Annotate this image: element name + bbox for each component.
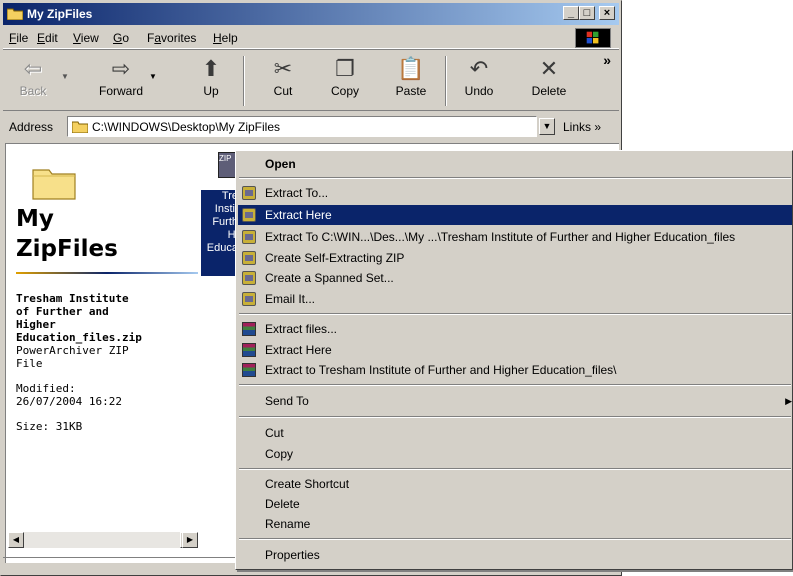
toolbar-more-chevron-icon[interactable]: » [603,52,611,68]
menu-rename[interactable]: Rename [238,514,792,534]
window-title: My ZipFiles [27,7,93,21]
selected-file-label[interactable]: Tre Instit Furth Hi Educa [201,190,239,276]
forward-button[interactable]: ⇨ Forward [93,54,149,108]
modified-value: 26/07/2004 16:22 [16,395,122,408]
file-details: Tresham Institute of Further and Higher … [16,292,196,433]
powerarchiver-icon [242,292,256,306]
menu-separator [239,177,791,179]
up-button[interactable]: ⬆ Up [183,54,239,108]
menu-rar-extract-files[interactable]: Extract files... [238,319,792,339]
menu-extract-here[interactable]: Extract Here [238,205,792,225]
winrar-icon [242,343,256,357]
maximize-button[interactable]: □ [579,6,595,20]
forward-arrow-icon: ⇨ [111,56,131,81]
menu-separator [239,313,791,315]
standard-toolbar: ⇦ Back ▼ ⇨ Forward ▼ ⬆ Up ✂ Cut ❐ Copy 📋… [3,49,619,111]
menu-cut[interactable]: Cut [238,423,792,443]
menu-file[interactable]: File [9,31,28,45]
menu-go[interactable]: Go [113,31,129,45]
title-divider [16,272,198,274]
powerarchiver-icon [242,186,256,200]
web-view-panel: My ZipFiles Tresham Institute of Further… [6,144,198,538]
powerarchiver-icon [242,208,256,222]
horizontal-scrollbar[interactable]: ◀ ▶ [8,532,198,548]
menu-delete[interactable]: Delete [238,494,792,514]
menu-open[interactable]: Open [238,154,792,174]
menu-extract-to[interactable]: Extract To... [238,183,792,203]
copy-icon: ❐ [335,56,355,81]
menu-edit[interactable]: Edit [37,31,58,45]
menu-separator [239,384,791,386]
undo-icon: ↶ [469,56,489,81]
menu-properties[interactable]: Properties [238,545,792,565]
copy-button[interactable]: ❐ Copy [317,54,373,108]
menu-copy[interactable]: Copy [238,444,792,464]
file-type: PowerArchiver ZIP File [16,344,129,370]
menu-view[interactable]: View [73,31,99,45]
delete-button[interactable]: ✕ Delete [521,54,577,108]
title-bar[interactable]: My ZipFiles _ □ × [3,3,619,25]
up-folder-icon: ⬆ [201,56,221,81]
file-name: Tresham Institute of Further and Higher … [16,292,142,344]
menu-separator [239,538,791,540]
links-button[interactable]: Links » [563,120,601,134]
menu-separator [239,416,791,418]
address-input[interactable]: C:\WINDOWS\Desktop\My ZipFiles [67,116,537,137]
minimize-button[interactable]: _ [563,6,579,20]
back-button[interactable]: ⇦ Back [5,54,61,108]
scroll-right-icon[interactable]: ▶ [182,532,198,548]
close-button[interactable]: × [599,6,615,20]
winrar-icon [242,322,256,336]
scroll-left-icon[interactable]: ◀ [8,532,24,548]
paste-icon: 📋 [397,56,425,81]
windows-flag-icon [586,31,599,44]
scissors-icon: ✂ [273,56,293,81]
menu-rar-extract-here[interactable]: Extract Here [238,340,792,360]
folder-icon [72,121,88,133]
undo-button[interactable]: ↶ Undo [451,54,507,108]
menu-help[interactable]: Help [213,31,238,45]
toolbar-separator [243,56,245,106]
address-value: C:\WINDOWS\Desktop\My ZipFiles [92,120,281,134]
back-arrow-icon: ⇦ [23,56,43,81]
menu-rar-extract-to[interactable]: Extract to Tresham Institute of Further … [238,360,792,380]
menu-email-it[interactable]: Email It... [238,289,792,309]
chevron-down-icon: ▼ [542,121,552,131]
context-menu: Open Extract To... Extract Here Extract … [235,150,793,570]
cut-button[interactable]: ✂ Cut [255,54,311,108]
paste-button[interactable]: 📋 Paste [383,54,439,108]
menu-favorites[interactable]: Favorites [147,31,196,45]
forward-dropdown-icon[interactable]: ▼ [149,72,157,81]
menu-separator [239,468,791,470]
menu-create-shortcut[interactable]: Create Shortcut [238,474,792,494]
menu-bar: File Edit View Go Favorites Help [3,27,619,49]
windows-logo [575,28,611,48]
toolbar-separator [445,56,447,106]
menu-create-sfx[interactable]: Create Self-Extracting ZIP [238,248,792,268]
back-dropdown-icon[interactable]: ▼ [61,72,69,81]
powerarchiver-icon [242,230,256,244]
modified-label: Modified: [16,382,76,395]
file-size: Size: 31KB [16,420,83,433]
address-dropdown-button[interactable]: ▼ [539,118,555,135]
menu-send-to[interactable]: Send To ▶ [238,391,792,411]
menu-extract-to-path[interactable]: Extract To C:\WIN...\Des...\My ...\Tresh… [238,227,792,247]
address-bar: Address C:\WINDOWS\Desktop\My ZipFiles ▼… [3,115,619,139]
large-folder-icon [32,169,76,200]
powerarchiver-icon [242,271,256,285]
folder-icon [7,8,23,20]
submenu-arrow-icon: ▶ [785,396,792,406]
folder-title: My ZipFiles [16,206,118,262]
powerarchiver-icon [242,251,256,265]
address-label: Address [9,120,54,134]
winrar-icon [242,363,256,377]
menu-create-spanned[interactable]: Create a Spanned Set... [238,268,792,288]
delete-x-icon: ✕ [539,56,559,81]
